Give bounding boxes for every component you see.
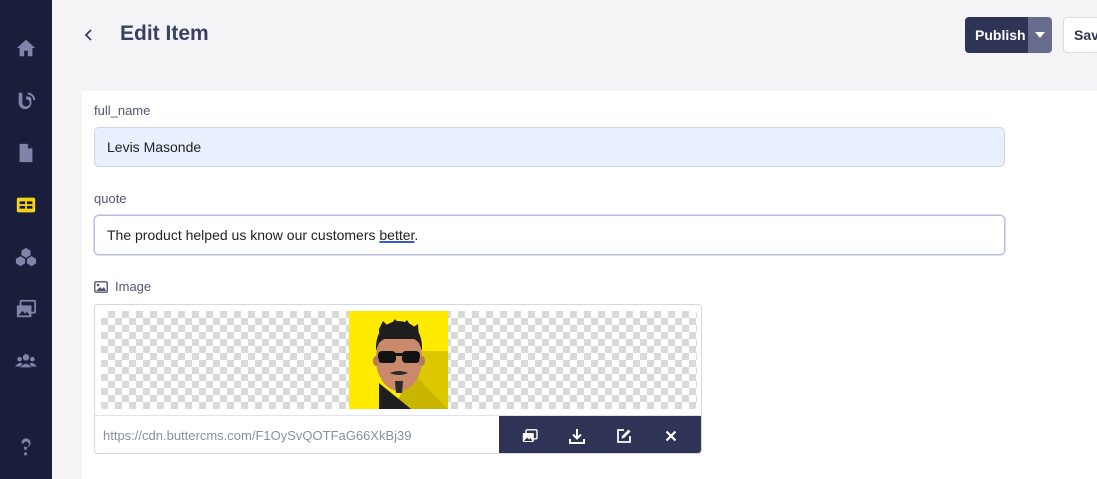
components-icon[interactable] (13, 244, 39, 270)
page-title: Edit Item (120, 22, 209, 45)
media-icon[interactable] (13, 296, 39, 322)
image-icon (94, 280, 108, 293)
users-icon[interactable] (13, 348, 39, 374)
image-field-label: Image (94, 279, 151, 294)
blog-icon[interactable] (13, 88, 39, 114)
quote-value: The product helped us know our customers… (107, 227, 419, 243)
page-icon[interactable] (13, 140, 39, 166)
quote-label: quote (94, 191, 127, 206)
caret-down-icon (1035, 32, 1045, 38)
browse-media-button[interactable] (515, 421, 545, 451)
sidebar (0, 0, 52, 479)
media-library-icon (523, 428, 539, 442)
download-icon (569, 428, 586, 444)
close-icon (665, 430, 676, 441)
full-name-value: Levis Masonde (107, 139, 202, 155)
save-button[interactable]: Sav (1063, 17, 1097, 53)
publish-options-button[interactable] (1028, 17, 1052, 53)
remove-image-button[interactable] (656, 421, 686, 451)
download-button[interactable] (562, 421, 592, 451)
publish-button[interactable]: Publish (965, 17, 1028, 53)
quote-input[interactable]: The product helped us know our customers… (94, 215, 1005, 255)
edit-icon (616, 428, 631, 443)
full-name-label: full_name (94, 103, 151, 118)
spellcheck-word: better (379, 227, 415, 243)
image-toolbar (499, 416, 701, 453)
help-icon[interactable] (13, 434, 39, 460)
home-icon[interactable] (13, 35, 39, 61)
avatar-image[interactable] (349, 311, 448, 409)
image-field: https://cdn.buttercms.com/F1OySvQOTFaG66… (94, 304, 702, 454)
back-button[interactable] (78, 24, 100, 46)
image-label: Image (115, 279, 152, 294)
full-name-input[interactable]: Levis Masonde (94, 127, 1005, 167)
image-url-row: https://cdn.buttercms.com/F1OySvQOTFaG66… (95, 415, 701, 453)
chevron-left-icon (84, 29, 92, 41)
collection-icon[interactable] (13, 192, 39, 218)
publish-button-group: Publish (965, 17, 1052, 53)
image-url[interactable]: https://cdn.buttercms.com/F1OySvQOTFaG66… (103, 416, 412, 453)
edit-image-button[interactable] (609, 421, 639, 451)
